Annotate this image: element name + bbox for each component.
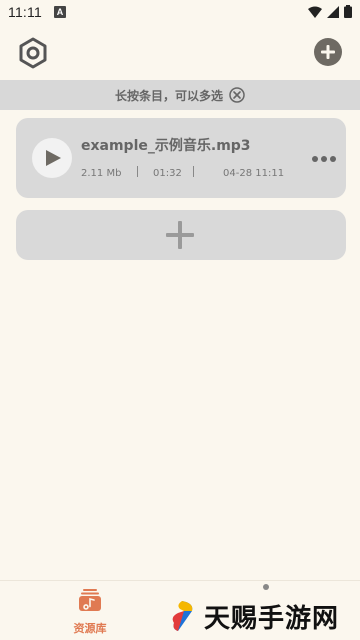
close-circle-icon[interactable] [229, 87, 245, 103]
track-size: 2.11 Mb [81, 168, 122, 179]
nav-library-label: 资源库 [73, 622, 107, 635]
add-circle-icon[interactable] [313, 37, 343, 67]
top-bar [0, 28, 360, 78]
status-time: 11:11 [8, 4, 42, 20]
nav-library-tab[interactable]: 资源库 [62, 587, 118, 637]
watermark: 天赐手游网 [168, 594, 358, 638]
play-button[interactable] [32, 138, 72, 178]
wifi-icon [308, 6, 322, 18]
settings-hexagon-icon[interactable] [16, 36, 50, 70]
status-bar: 11:11 A [0, 0, 360, 24]
battery-icon [344, 5, 352, 18]
status-icons [308, 5, 352, 18]
track-date: 04-28 11:11 [223, 168, 285, 179]
track-card[interactable]: example_示例音乐.mp3 2.11 Mb 01:32 04-28 11:… [16, 118, 346, 198]
play-icon [46, 150, 61, 166]
more-options-icon[interactable] [312, 154, 338, 164]
plus-icon [166, 221, 194, 249]
multi-select-hint: 长按条目，可以多选 [0, 80, 360, 110]
meta-divider [137, 166, 138, 177]
notification-badge: A [53, 6, 66, 18]
watermark-logo-icon [172, 601, 193, 631]
hint-text: 长按条目，可以多选 [114, 88, 223, 103]
track-title: example_示例音乐.mp3 [81, 138, 251, 154]
track-duration: 01:32 [153, 168, 182, 179]
signal-icon [327, 5, 339, 18]
meta-divider [193, 166, 194, 177]
add-track-card[interactable] [16, 210, 346, 260]
watermark-text: 天赐手游网 [204, 603, 340, 634]
music-library-icon [79, 589, 101, 611]
